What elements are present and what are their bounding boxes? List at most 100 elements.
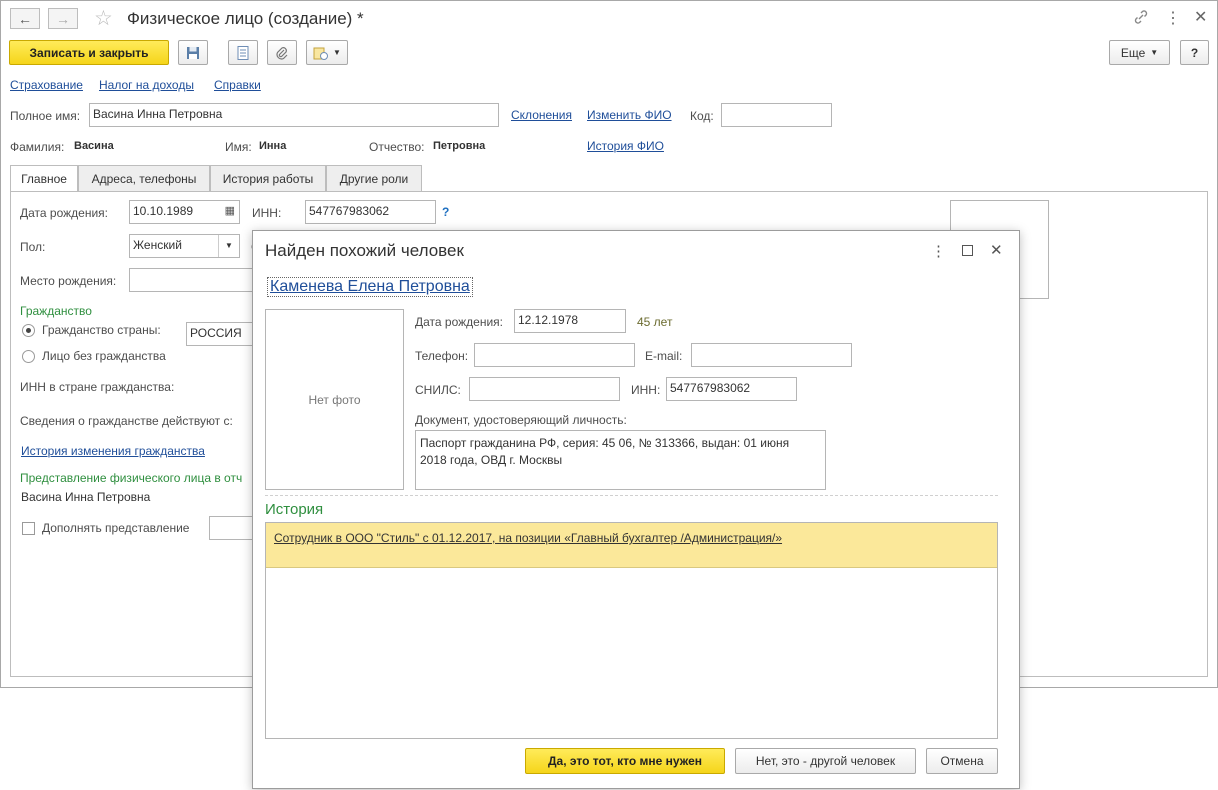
phone-input[interactable]	[474, 343, 635, 367]
fullname-input[interactable]: Васина Инна Петровна	[89, 103, 499, 127]
code-label: Код:	[690, 109, 714, 123]
birthdate-input[interactable]: 10.10.1989 ▦	[129, 200, 240, 224]
no-button[interactable]: Нет, это - другой человек	[735, 748, 916, 774]
birthdate-label: Дата рождения:	[20, 206, 108, 220]
dialog-birthdate-label: Дата рождения:	[415, 315, 503, 329]
country-input[interactable]: РОССИЯ	[186, 322, 253, 346]
representation-value: Васина Инна Петровна	[21, 490, 151, 504]
arrow-right-icon: →	[56, 10, 70, 27]
supplement-input[interactable]	[209, 516, 253, 540]
arrow-left-icon: ←	[18, 10, 32, 27]
representation-header: Представление физического лица в отч	[20, 471, 243, 485]
no-photo-label: Нет фото	[308, 392, 361, 407]
fullname-label: Полное имя:	[10, 109, 81, 123]
history-row[interactable]: Сотрудник в ООО "Стиль" с 01.12.2017, на…	[266, 523, 997, 568]
dialog-title: Найден похожий человек	[265, 241, 464, 260]
birthplace-label: Место рождения:	[20, 274, 117, 288]
document-label: Документ, удостоверяющий личность:	[415, 413, 627, 427]
birthdate-value: 10.10.1989	[133, 204, 194, 218]
inn-country-label: ИНН в стране гражданства:	[20, 380, 175, 394]
cancel-button[interactable]: Отмена	[926, 748, 998, 774]
citizenship-since-label: Сведения о гражданстве действуют с:	[20, 414, 233, 428]
document-icon	[237, 45, 249, 60]
dropdown-caret-icon[interactable]: ▼	[218, 235, 239, 257]
surname-label: Фамилия:	[10, 140, 65, 154]
change-fio-link[interactable]: Изменить ФИО	[587, 108, 672, 122]
email-input[interactable]	[691, 343, 852, 367]
folder-add-icon	[313, 47, 329, 60]
dropdown-caret-icon: ▼	[333, 48, 341, 57]
more-vertical-icon[interactable]: ⋮	[1165, 8, 1181, 28]
history-fio-link[interactable]: История ФИО	[587, 139, 664, 153]
citizenship-country-label: Гражданство страны:	[42, 323, 161, 337]
no-citizenship-radio[interactable]	[22, 350, 35, 363]
dropdown-caret-icon: ▼	[1150, 48, 1159, 57]
patronymic-label: Отчество:	[369, 140, 425, 154]
no-citizenship-label: Лицо без гражданства	[42, 349, 166, 363]
back-button[interactable]: ←	[10, 8, 40, 29]
history-header: История	[265, 501, 324, 518]
dialog-birthdate-input[interactable]: 12.12.1978	[514, 309, 626, 333]
similar-person-dialog: Найден похожий человек ⋮ ✕ Каменева Елен…	[252, 230, 1020, 789]
declensions-link[interactable]: Склонения	[511, 108, 572, 122]
inn-help-icon[interactable]: ?	[442, 205, 449, 219]
citizenship-history-link[interactable]: История изменения гражданства	[21, 444, 205, 458]
history-item-text[interactable]: Сотрудник в ООО "Стиль" с 01.12.2017, на…	[274, 531, 782, 545]
star-icon[interactable]: ☆	[94, 6, 113, 31]
save-button[interactable]	[178, 40, 208, 65]
gender-label: Пол:	[20, 240, 46, 254]
more-vertical-icon[interactable]: ⋮	[931, 242, 946, 260]
dialog-inn-input[interactable]: 547767983062	[666, 377, 797, 401]
floppy-icon	[187, 46, 199, 59]
inn-input[interactable]: 547767983062	[305, 200, 436, 224]
tab-work-history[interactable]: История работы	[210, 165, 326, 191]
maximize-icon[interactable]	[962, 245, 973, 256]
photo-placeholder: Нет фото	[265, 309, 404, 490]
document-field[interactable]: Паспорт гражданина РФ, серия: 45 06, № 3…	[415, 430, 826, 490]
surname-value: Васина	[74, 140, 114, 152]
save-and-close-button[interactable]: Записать и закрыть	[9, 40, 169, 65]
name-value: Инна	[259, 140, 287, 152]
tab-other-roles[interactable]: Другие роли	[326, 165, 422, 191]
supplement-checkbox[interactable]	[22, 522, 35, 535]
separator	[265, 495, 998, 496]
close-icon[interactable]: ✕	[990, 241, 1003, 259]
inn-label: ИНН:	[252, 206, 282, 220]
citizenship-header: Гражданство	[20, 304, 92, 318]
close-icon[interactable]: ✕	[1194, 7, 1207, 27]
window-title: Физическое лицо (создание) *	[127, 9, 364, 28]
create-based-on-button[interactable]: ▼	[306, 40, 348, 65]
snils-label: СНИЛС:	[415, 383, 461, 397]
history-list[interactable]: Сотрудник в ООО "Стиль" с 01.12.2017, на…	[265, 522, 998, 739]
calendar-icon[interactable]: ▦	[225, 204, 235, 217]
attach-button[interactable]	[267, 40, 297, 65]
insurance-link[interactable]: Страхование	[10, 78, 83, 92]
gender-select[interactable]: Женский ▼	[129, 234, 240, 258]
more-button[interactable]: Еще ▼	[1109, 40, 1170, 65]
dialog-inn-label: ИНН:	[631, 383, 661, 397]
person-link[interactable]: Каменева Елена Петровна	[267, 277, 473, 297]
birthplace-input[interactable]	[129, 268, 253, 292]
paperclip-icon	[276, 46, 288, 60]
help-button[interactable]: ?	[1180, 40, 1209, 65]
income-tax-link[interactable]: Налог на доходы	[99, 78, 194, 92]
tab-main[interactable]: Главное	[10, 165, 78, 192]
patronymic-value: Петровна	[433, 140, 486, 152]
age-label: 45 лет	[637, 315, 673, 329]
supplement-label: Дополнять представление	[42, 521, 190, 535]
snils-input[interactable]	[469, 377, 620, 401]
name-label: Имя:	[225, 140, 252, 154]
link-icon[interactable]	[1133, 9, 1149, 25]
code-input[interactable]	[721, 103, 832, 127]
phone-label: Телефон:	[415, 349, 469, 363]
document-line-1: Паспорт гражданина РФ, серия: 45 06, № 3…	[420, 436, 790, 450]
email-label: E-mail:	[645, 349, 683, 363]
citizenship-country-radio[interactable]	[22, 324, 35, 337]
certificates-link[interactable]: Справки	[214, 78, 261, 92]
yes-button[interactable]: Да, это тот, кто мне нужен	[525, 748, 725, 774]
tab-addresses[interactable]: Адреса, телефоны	[78, 165, 210, 191]
document-line-2: 2018 года, ОВД г. Москвы	[420, 453, 563, 467]
report-button[interactable]	[228, 40, 258, 65]
forward-button[interactable]: →	[48, 8, 78, 29]
gender-value: Женский	[133, 238, 182, 252]
